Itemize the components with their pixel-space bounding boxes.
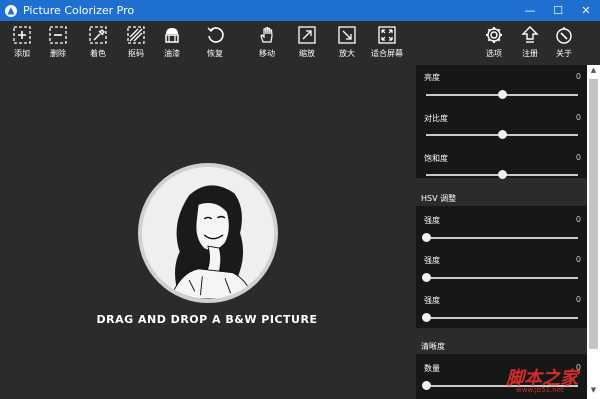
watermark-url: www.jb51.net (516, 386, 564, 394)
upload-arrow-icon (521, 26, 539, 43)
portrait-illustration (142, 167, 274, 299)
hsv-intensity-value: 0 (575, 255, 581, 264)
saturation-slider[interactable] (426, 170, 578, 179)
hsv-section: 强度 0 强度 0 强度 0 (416, 206, 587, 328)
slider-thumb[interactable] (498, 170, 507, 179)
fit-screen-icon (378, 26, 396, 44)
slider-thumb[interactable] (498, 130, 507, 139)
eyedropper-icon (89, 26, 107, 44)
toolbar: 添加 删除 着色 抠码 油漆 恢复 移动 缩放 放大 适合屏幕 选项 注册 关于 (0, 21, 600, 65)
zoom-out-button[interactable]: 缩放 (289, 25, 325, 63)
hatch-mask-icon (127, 26, 145, 44)
hsv-intensity-label: 强度 (424, 256, 440, 265)
contrast-slider[interactable] (426, 130, 578, 139)
gear-icon (486, 27, 502, 43)
scroll-thumb[interactable] (589, 79, 598, 349)
register-button[interactable]: 注册 (512, 25, 548, 63)
app-logo-icon (5, 4, 17, 17)
about-button[interactable]: 关于 (546, 25, 582, 63)
scroll-up-icon[interactable]: ▲ (587, 66, 600, 78)
drop-placeholder-image (138, 163, 278, 303)
slider-thumb[interactable] (422, 233, 431, 242)
slider-thumb[interactable] (422, 313, 431, 322)
close-button[interactable]: ✕ (572, 0, 600, 21)
hsv-intensity-label: 强度 (424, 216, 440, 225)
fit-screen-button[interactable]: 适合屏幕 (369, 25, 405, 63)
sharpness-section-title: 清晰度 (421, 342, 445, 351)
brightness-label: 亮度 (424, 73, 440, 82)
adjustment-panel: 亮度 0 对比度 0 饱和度 0 HSV 调整 强度 0 强度 0 强度 0 清… (416, 65, 600, 399)
drop-instruction: DRAG AND DROP A B&W PICTURE (96, 313, 318, 326)
hand-icon (260, 26, 273, 43)
mask-button[interactable]: 抠码 (118, 25, 154, 63)
scroll-down-icon[interactable]: ▼ (587, 386, 600, 398)
fill-button[interactable]: 油漆 (154, 25, 190, 63)
amount-label: 数量 (424, 364, 440, 373)
expand-icon (338, 26, 356, 44)
basic-adjust-section: 亮度 0 对比度 0 饱和度 0 (416, 65, 587, 179)
contrast-value: 0 (575, 113, 581, 122)
brightness-slider[interactable] (426, 90, 578, 99)
saturation-value: 0 (575, 153, 581, 162)
hsv-slider-3[interactable] (422, 313, 578, 322)
image-canvas[interactable]: DRAG AND DROP A B&W PICTURE (0, 65, 414, 399)
hsv-intensity-value: 0 (575, 295, 581, 304)
move-button[interactable]: 移动 (249, 25, 285, 63)
maximize-button[interactable]: ☐ (544, 0, 572, 21)
slider-thumb[interactable] (422, 381, 431, 390)
add-icon (13, 26, 31, 44)
add-button[interactable]: 添加 (4, 25, 40, 63)
zoom-in-button[interactable]: 放大 (329, 25, 365, 63)
remove-icon (49, 26, 67, 44)
shrink-icon (298, 26, 316, 44)
slider-thumb[interactable] (422, 273, 431, 282)
contrast-label: 对比度 (424, 114, 448, 123)
colorize-button[interactable]: 着色 (80, 25, 116, 63)
undo-icon (207, 27, 224, 43)
slider-thumb[interactable] (498, 90, 507, 99)
restore-button[interactable]: 恢复 (197, 25, 233, 63)
title-bar: Picture Colorizer Pro — ☐ ✕ (0, 0, 600, 21)
app-title: Picture Colorizer Pro (23, 4, 135, 17)
hsv-slider-1[interactable] (422, 233, 578, 242)
hsv-intensity-label: 强度 (424, 296, 440, 305)
hsv-slider-2[interactable] (422, 273, 578, 282)
paint-bucket-icon (165, 28, 179, 43)
hsv-section-title: HSV 调整 (421, 194, 457, 203)
delete-button[interactable]: 删除 (40, 25, 76, 63)
hsv-intensity-value: 0 (575, 215, 581, 224)
options-button[interactable]: 选项 (476, 25, 512, 63)
compass-icon (556, 27, 572, 44)
brightness-value: 0 (575, 72, 581, 81)
minimize-button[interactable]: — (516, 0, 544, 21)
saturation-label: 饱和度 (424, 154, 448, 163)
panel-scrollbar[interactable]: ▲ ▼ (587, 65, 600, 399)
